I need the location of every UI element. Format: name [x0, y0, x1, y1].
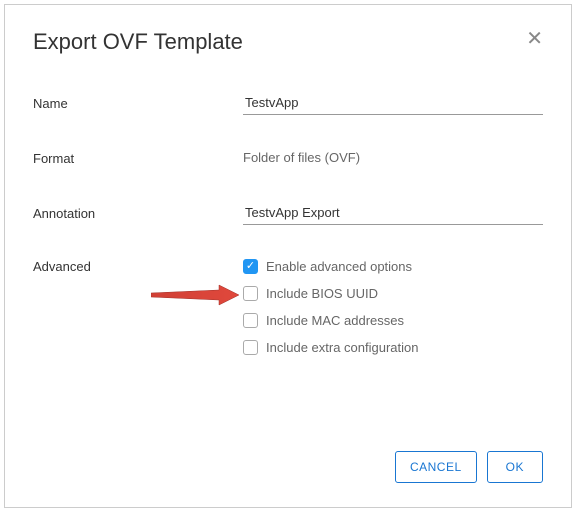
checkbox-label: Enable advanced options — [266, 259, 412, 274]
close-icon[interactable]: ✕ — [526, 29, 543, 49]
annotation-input[interactable] — [243, 201, 543, 225]
row-format: Format Folder of files (OVF) — [33, 149, 543, 167]
dialog-header: Export OVF Template ✕ — [33, 29, 543, 55]
checkbox-row: Include BIOS UUID — [243, 286, 543, 301]
format-label: Format — [33, 151, 243, 166]
advanced-label: Advanced — [33, 259, 243, 274]
name-input[interactable] — [243, 91, 543, 115]
checkbox-1[interactable] — [243, 286, 258, 301]
ok-button[interactable]: OK — [487, 451, 543, 483]
checkbox-3[interactable] — [243, 340, 258, 355]
format-value: Folder of files (OVF) — [243, 150, 360, 165]
checkbox-label: Include MAC addresses — [266, 313, 404, 328]
checkbox-label: Include extra configuration — [266, 340, 418, 355]
row-advanced: Advanced Enable advanced options Include … — [33, 259, 543, 367]
row-annotation: Annotation — [33, 201, 543, 225]
cancel-button[interactable]: CANCEL — [395, 451, 477, 483]
checkbox-row: Include extra configuration — [243, 340, 543, 355]
checkbox-2[interactable] — [243, 313, 258, 328]
row-name: Name — [33, 91, 543, 115]
annotation-label: Annotation — [33, 206, 243, 221]
export-ovf-dialog: Export OVF Template ✕ Name Format Folder… — [4, 4, 572, 508]
checkbox-row: Include MAC addresses — [243, 313, 543, 328]
dialog-title: Export OVF Template — [33, 29, 243, 55]
checkbox-0[interactable] — [243, 259, 258, 274]
checkbox-label: Include BIOS UUID — [266, 286, 378, 301]
checkbox-row: Enable advanced options — [243, 259, 543, 274]
dialog-footer: CANCEL OK — [395, 451, 543, 483]
name-label: Name — [33, 96, 243, 111]
